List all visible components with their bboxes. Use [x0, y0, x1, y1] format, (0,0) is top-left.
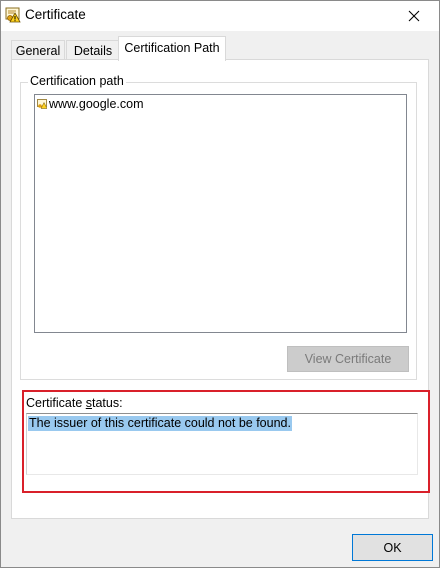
certificate-window: Certificate General Details Certificatio…	[0, 0, 440, 568]
certificate-status-label: Certificate status:	[26, 396, 123, 410]
certificate-icon	[5, 7, 21, 23]
certification-path-tree[interactable]: www.google.com	[34, 94, 407, 333]
status-label-suffix: tatus:	[92, 396, 123, 410]
certification-path-label: Certification path	[28, 74, 126, 88]
view-certificate-button[interactable]: View Certificate	[287, 346, 409, 372]
tree-item-label: www.google.com	[49, 97, 144, 111]
ok-button[interactable]: OK	[352, 534, 433, 561]
close-button[interactable]	[397, 3, 431, 29]
certificate-warning-icon	[37, 99, 47, 109]
status-label-prefix: Certificate	[26, 396, 86, 410]
tab-general[interactable]: General	[11, 40, 65, 61]
tab-details[interactable]: Details	[66, 40, 120, 61]
close-icon	[408, 10, 420, 22]
window-title: Certificate	[25, 7, 86, 22]
certification-path-panel: Certification path www.google.com View C…	[11, 59, 430, 519]
certificate-status-text: The issuer of this certificate could not…	[28, 416, 292, 431]
certificate-status-box[interactable]: The issuer of this certificate could not…	[26, 413, 418, 475]
tab-certification-path[interactable]: Certification Path	[118, 36, 226, 61]
tree-item-google[interactable]: www.google.com	[37, 97, 144, 111]
title-bar: Certificate	[1, 1, 439, 31]
